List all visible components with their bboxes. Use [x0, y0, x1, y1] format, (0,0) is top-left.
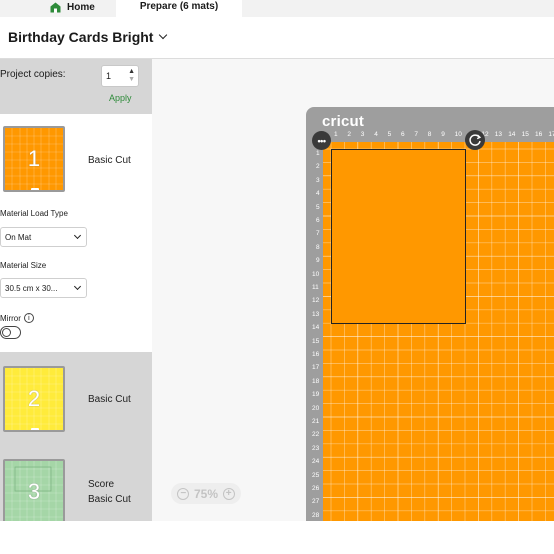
ruler-left-tick: 1 [316, 150, 320, 157]
toggle-knob [2, 328, 11, 337]
mat-thumbnail-2[interactable]: 2 [3, 366, 65, 432]
material-load-type-select[interactable]: On Mat [0, 227, 87, 247]
ruler-left-tick: 22 [312, 431, 320, 439]
more-icon[interactable]: ••• [312, 131, 331, 150]
page-title: Birthday Cards Bright [8, 29, 154, 45]
design-object[interactable] [331, 149, 466, 324]
brand-logo: cricut [322, 113, 365, 130]
ruler-left-tick: 18 [312, 377, 320, 385]
ruler-top-tick: 1 [334, 131, 338, 138]
apply-button[interactable]: Apply [109, 93, 132, 103]
prepare-screen: Home Prepare (6 mats) Birthday Cards Bri… [0, 0, 554, 554]
ruler-top-tick: 8 [427, 131, 432, 138]
mat-notch [31, 188, 39, 190]
ruler-left-tick: 21 [312, 418, 320, 425]
project-copies-input[interactable]: 1 ▲ ▼ [101, 65, 139, 87]
mat-thumbnail-1[interactable]: 1 [3, 126, 65, 192]
mat-operation-label: Basic Cut [88, 155, 131, 166]
mirror-row: Mirror i [0, 313, 34, 323]
ruler-left-tick: 8 [316, 243, 320, 251]
ruler-left-tick: 12 [312, 297, 320, 305]
ruler-left-tick: 17 [312, 364, 320, 372]
ruler-top-tick: 4 [374, 131, 378, 138]
ruler-top-tick: 17 [548, 131, 554, 138]
ruler-top-tick: 15 [521, 131, 529, 138]
zoom-control: − 75% + [171, 483, 241, 504]
tab-prepare[interactable]: Prepare (6 mats) [116, 0, 242, 17]
mat-notch [31, 428, 39, 430]
ruler-top-tick: 2 [347, 131, 352, 138]
zoom-level: 75% [193, 486, 219, 501]
ruler-top-tick: 5 [387, 131, 392, 138]
zoom-out-icon[interactable]: − [177, 487, 190, 500]
material-load-type-value: On Mat [5, 232, 32, 242]
ruler-top-tick: 16 [535, 131, 543, 138]
ruler-left-tick: 24 [312, 458, 320, 466]
ruler-left-tick: 23 [312, 444, 320, 452]
ruler-left-tick: 7 [316, 230, 320, 238]
material-size-select[interactable]: 30.5 cm x 30... [0, 278, 87, 298]
tab-home-label: Home [67, 1, 95, 13]
ruler-left-tick: 16 [312, 351, 320, 358]
material-load-type-label: Material Load Type [0, 209, 68, 218]
chevron-down-icon [73, 231, 82, 240]
mat-number: 3 [27, 479, 41, 504]
ruler-top-tick: 13 [494, 131, 503, 138]
ruler-left-tick: 15 [312, 337, 320, 345]
material-size-value: 30.5 cm x 30... [5, 283, 58, 293]
rotate-icon[interactable] [465, 130, 485, 150]
ruler-left-tick: 11 [312, 284, 319, 291]
material-size-label: Material Size [0, 261, 47, 270]
ruler-left-tick: 28 [312, 511, 320, 519]
copies-stepper[interactable]: ▲ ▼ [128, 68, 135, 84]
ruler-left-tick: 25 [312, 471, 320, 479]
bottom-bar [0, 521, 554, 554]
mat-operation-label-1: Score [88, 479, 115, 490]
ruler-left-tick: 27 [312, 498, 320, 506]
ruler-left-tick: 13 [312, 310, 320, 318]
project-title-dropdown[interactable]: Birthday Cards Bright [8, 29, 168, 45]
ruler-left-tick: 4 [316, 190, 320, 198]
project-copies-label: Project copies: [0, 69, 66, 80]
mirror-toggle[interactable] [0, 326, 21, 339]
ruler-top-tick: 9 [441, 131, 445, 138]
ruler-left-tick: 10 [312, 270, 320, 278]
ruler-top-tick: 14 [508, 131, 516, 138]
ruler-top-tick: 7 [414, 131, 419, 138]
mat-number: 2 [27, 386, 41, 411]
ruler-left-tick: 20 [312, 404, 320, 412]
info-icon[interactable]: i [23, 313, 34, 323]
tab-home[interactable]: Home [50, 0, 95, 14]
ruler-top-tick: 10 [454, 131, 462, 138]
mat-number: 1 [27, 146, 41, 171]
project-copies-value: 1 [106, 71, 112, 81]
ruler-top-tick: 6 [401, 131, 405, 138]
ruler-left-tick: 3 [316, 176, 320, 184]
mat-thumbnail-3[interactable]: 3 [3, 459, 65, 525]
ruler-left-tick: 9 [316, 257, 320, 265]
ruler-left-tick: 26 [312, 485, 320, 492]
ruler-left-tick: 2 [316, 163, 320, 171]
mat-operation-label-2: Basic Cut [88, 494, 131, 505]
chevron-down-icon [73, 282, 82, 291]
zoom-in-icon[interactable]: + [222, 487, 235, 500]
ruler-left-tick: 5 [316, 203, 320, 211]
ruler-top-tick: 3 [360, 131, 365, 138]
home-icon [50, 2, 61, 13]
tab-prepare-label: Prepare (6 mats) [139, 1, 219, 12]
chevron-down-icon [159, 30, 168, 40]
ruler-left-tick: 6 [316, 217, 320, 224]
ruler-left-tick: 14 [312, 324, 320, 332]
mirror-label: Mirror [0, 313, 21, 323]
ruler-left-tick: 19 [312, 391, 320, 399]
mat-operation-label: Basic Cut [88, 394, 131, 405]
